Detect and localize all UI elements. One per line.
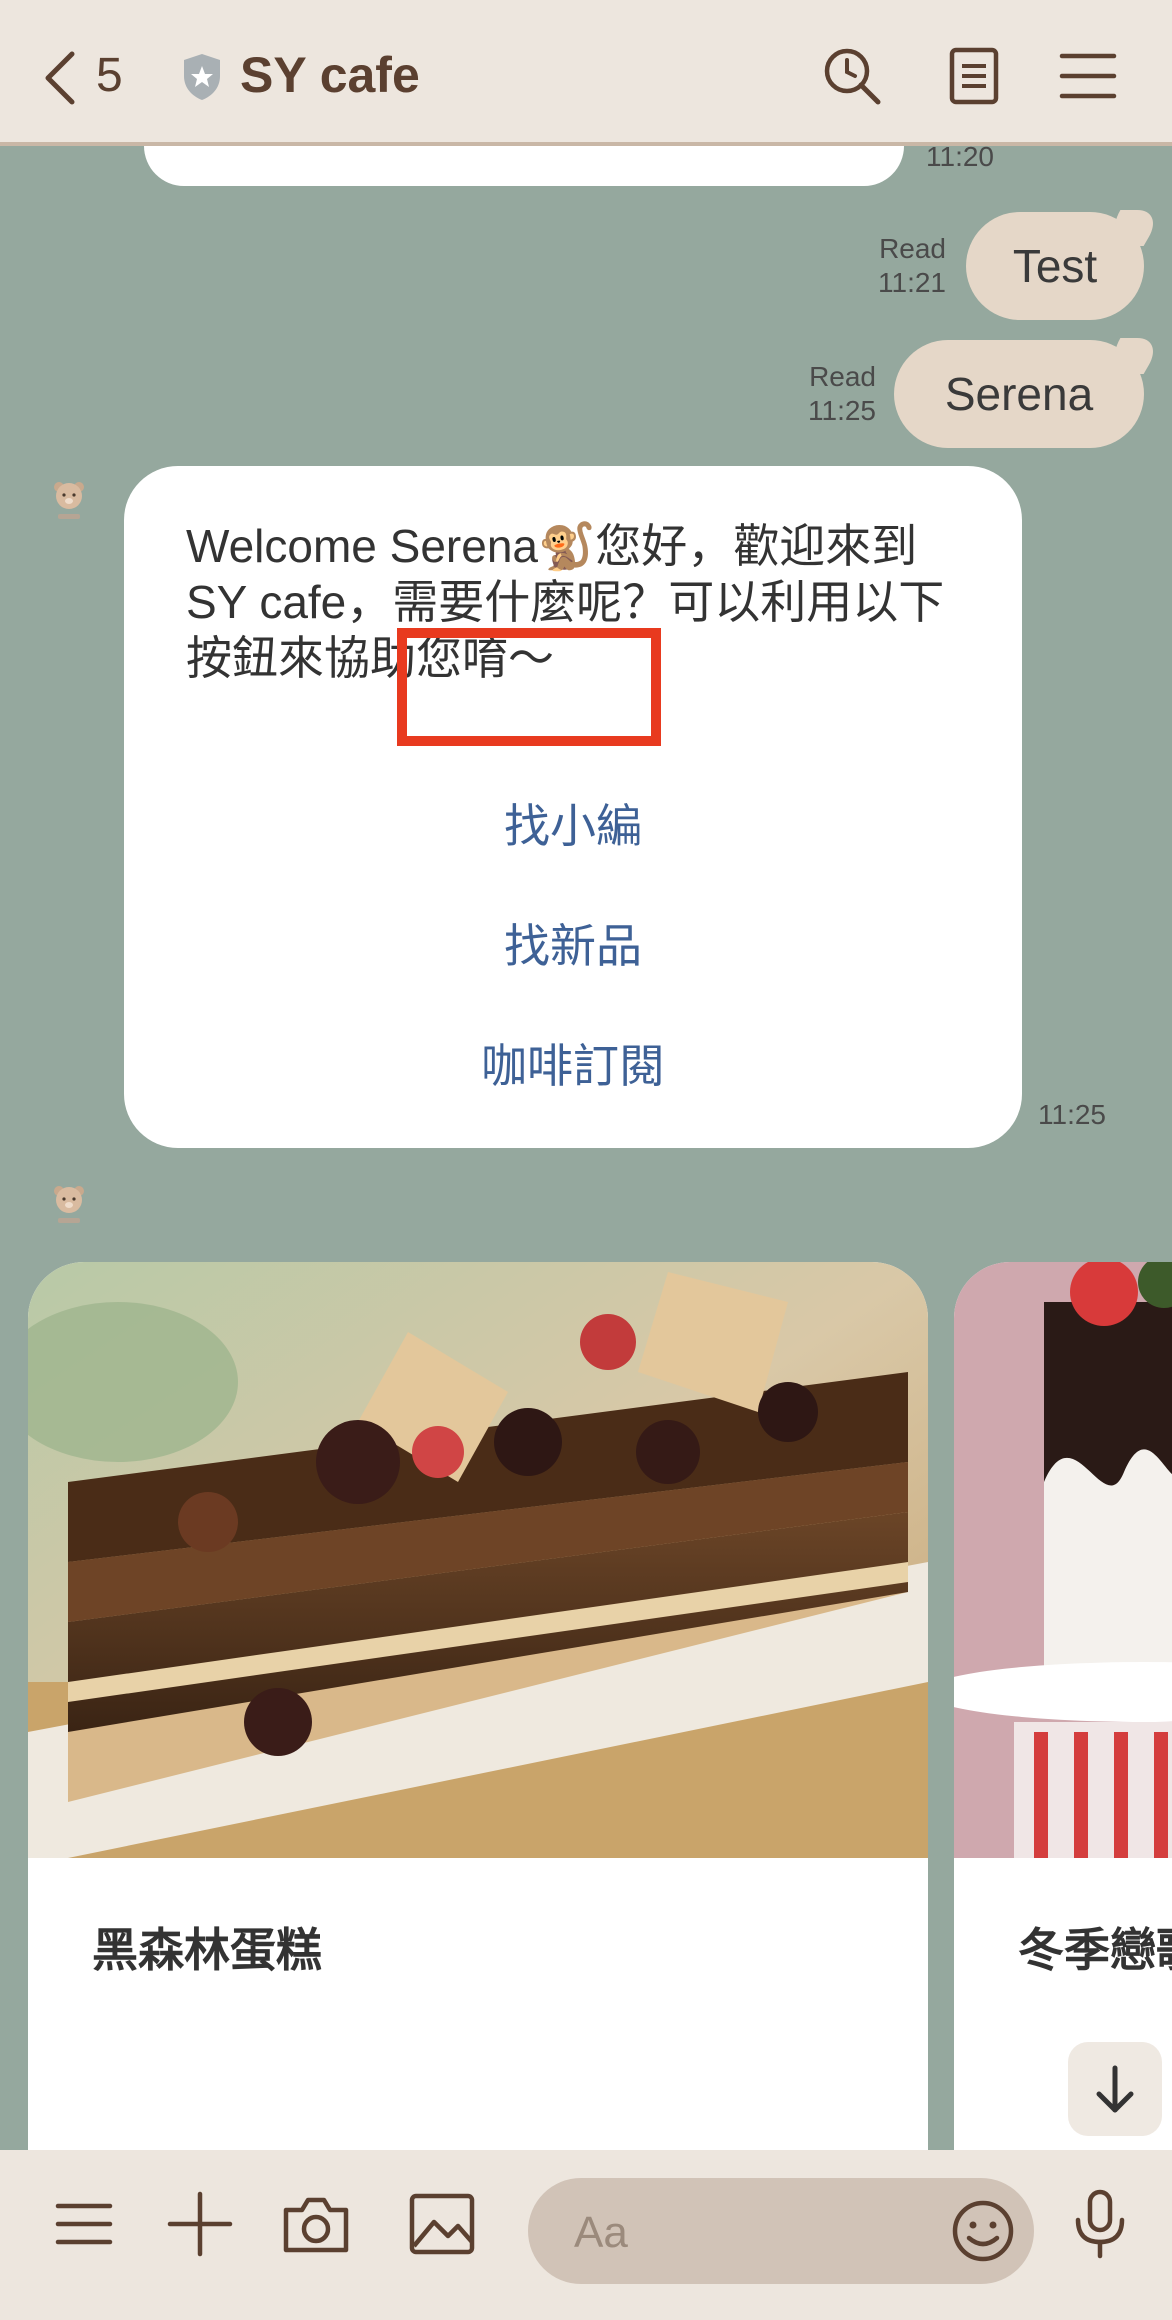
message-input-placeholder: Aa [574,2208,628,2257]
message-input[interactable]: Aa [528,2178,1034,2284]
product-name: 黑森林蛋糕 [92,1924,322,1976]
back-button[interactable] [40,50,80,106]
read-status: Read [809,361,876,392]
product-photo[interactable] [954,1262,1172,1858]
coffee-subscription-button[interactable]: 咖啡訂閱 [124,1030,1022,1096]
plus-icon[interactable] [164,2188,236,2260]
scroll-to-bottom-button[interactable] [1068,2042,1162,2136]
highlight-annotation-box [397,628,661,746]
product-card[interactable]: 冬季戀歌 [954,1262,1172,2150]
chat-title[interactable]: SY cafe [240,46,420,104]
image-icon[interactable] [406,2188,478,2260]
read-receipt: Read 11:25 [788,360,876,428]
message-text: Serena [944,368,1094,420]
outgoing-message-bubble[interactable]: Serena [894,340,1144,448]
menu-icon[interactable] [48,2188,120,2260]
unread-count[interactable]: 5 [96,48,123,103]
bear-avatar-icon[interactable] [52,480,86,522]
read-status: Read [879,233,946,264]
camera-icon[interactable] [280,2188,352,2260]
chevron-left-icon [45,51,75,105]
notes-icon[interactable] [942,44,1006,108]
message-composer: Aa [0,2150,1172,2320]
outgoing-message-bubble[interactable]: Test [966,212,1144,320]
search-icon[interactable] [820,44,884,108]
emoji-icon[interactable] [948,2196,1018,2266]
chat-area[interactable]: 11:20 Read 11:21 Test Read 11:25 Serena … [0,146,1172,2150]
read-receipt: Read 11:21 [860,232,946,300]
chat-header: 5 SY cafe [0,0,1172,146]
welcome-message-card[interactable]: Welcome Serena🐒您好，歡迎來到SY cafe，需要什麼呢？可以利用… [124,466,1022,1148]
arrow-down-icon [1096,2065,1134,2113]
find-new-products-button[interactable]: 找新品 [124,910,1022,976]
message-time: 11:21 [878,267,946,298]
menu-icon[interactable] [1056,44,1120,108]
message-text: Test [1012,240,1098,292]
message-time: 11:20 [926,146,994,172]
bear-avatar-icon[interactable] [52,1184,86,1226]
message-time: 11:25 [808,395,876,426]
product-photo[interactable] [28,1262,928,1858]
microphone-icon[interactable] [1064,2188,1136,2260]
message-time: 11:25 [1038,1099,1106,1130]
shield-icon [180,52,224,102]
find-staff-button[interactable]: 找小編 [124,790,1022,856]
product-name: 冬季戀歌 [1018,1924,1172,1976]
previous-message-bubble[interactable] [144,146,904,186]
product-card[interactable]: 黑森林蛋糕 [28,1262,928,2150]
